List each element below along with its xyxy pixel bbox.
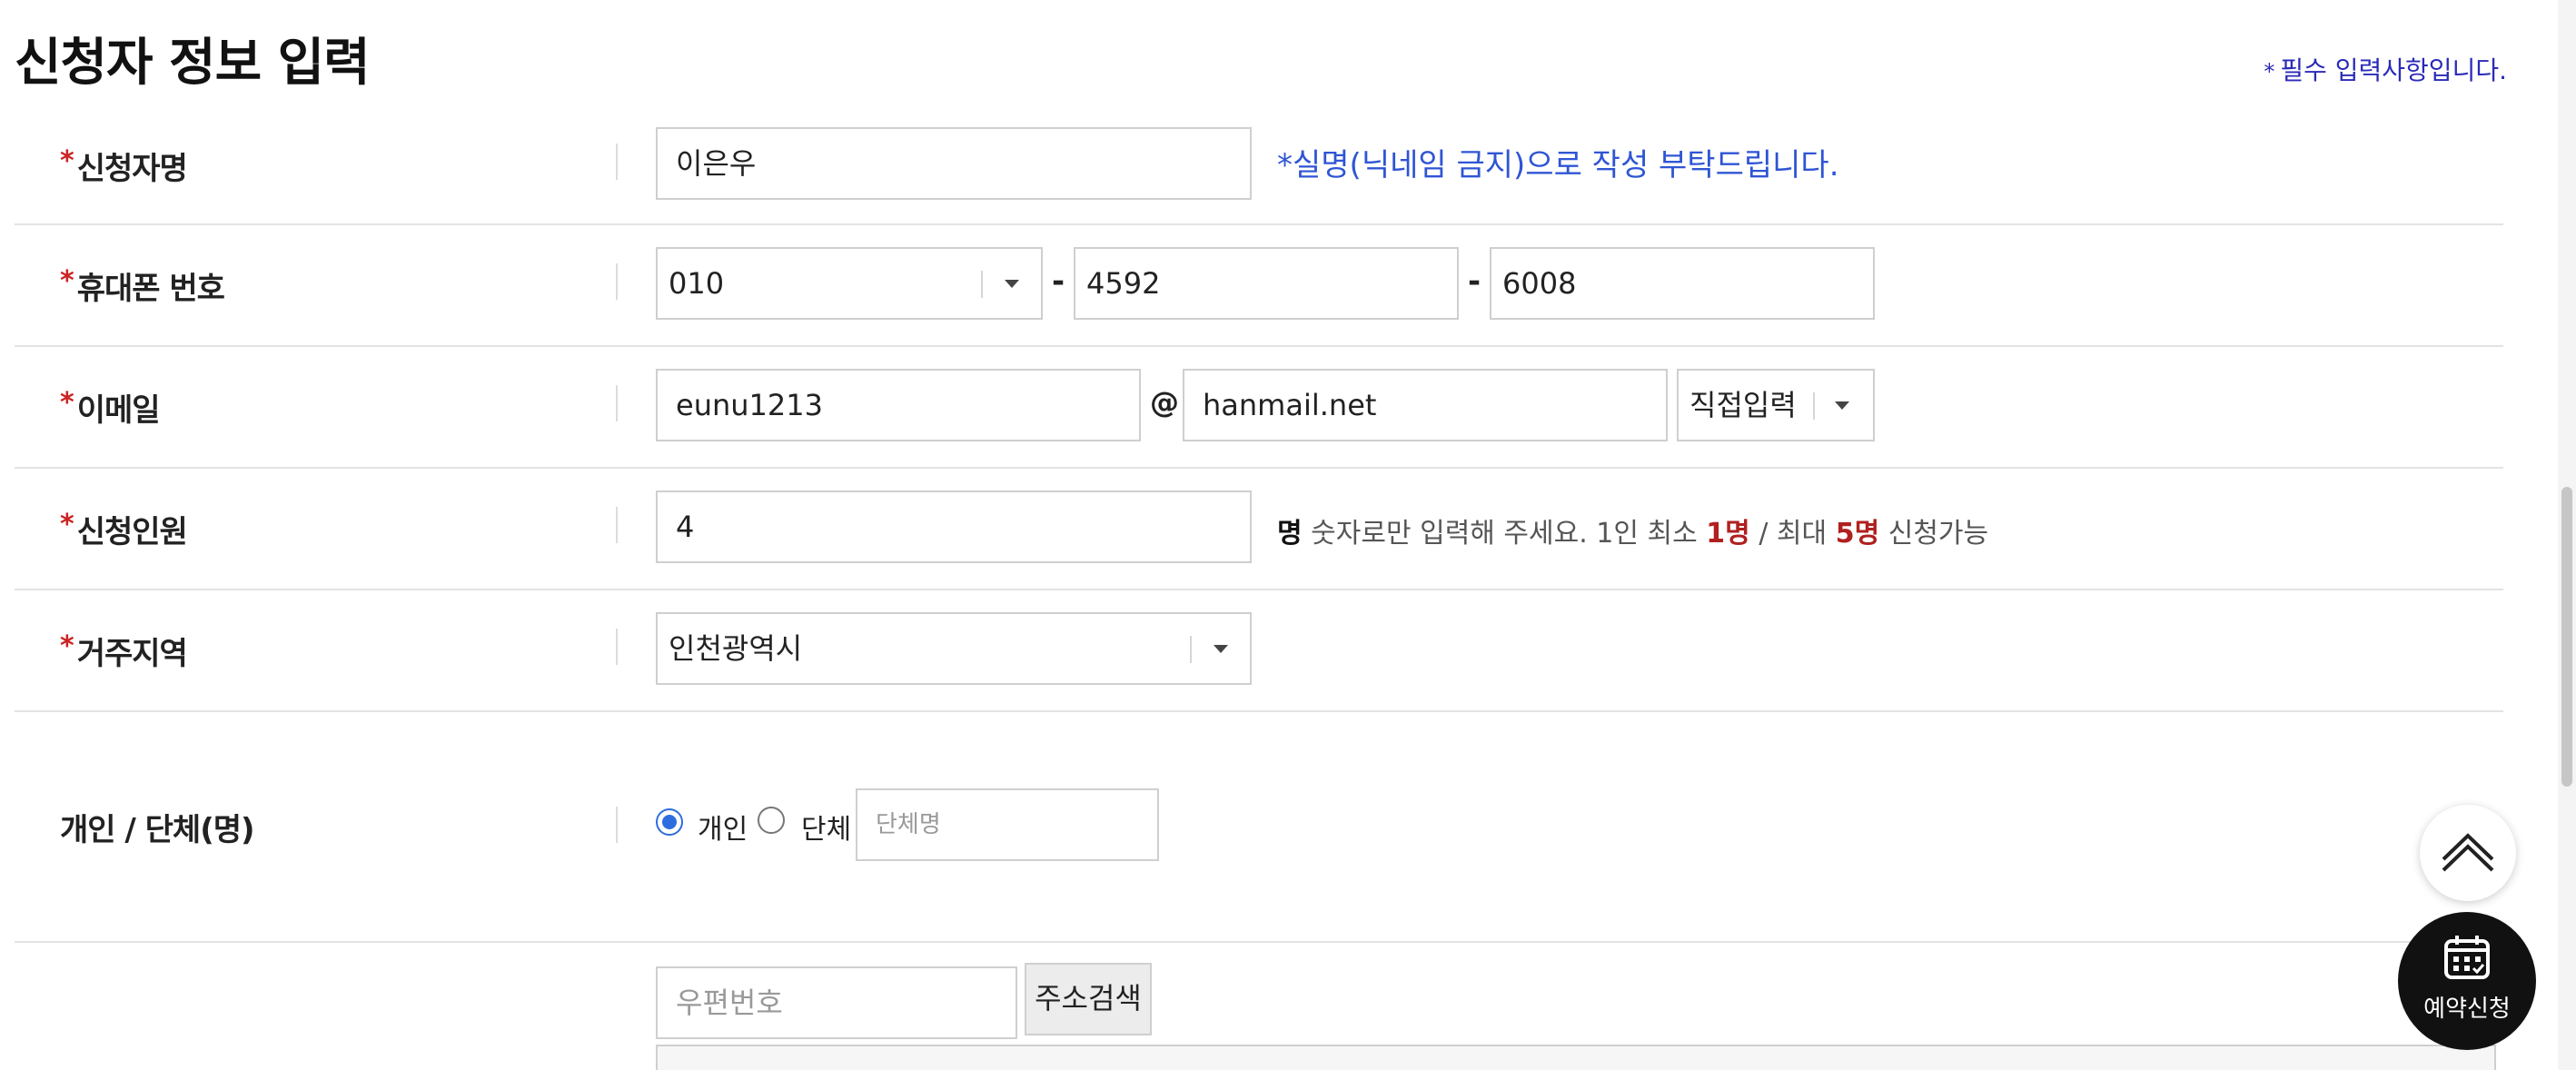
required-mark: *	[60, 145, 74, 177]
email-domain-select[interactable]: 직접입력	[1677, 369, 1875, 441]
region-row: * 거주지역 인천광역시	[15, 590, 2503, 712]
chevron-down-icon	[1835, 401, 1849, 410]
radio-group[interactable]	[758, 807, 785, 834]
email-label: * 이메일	[60, 385, 161, 430]
required-note-mark: *	[2264, 59, 2275, 84]
required-note: * 필수 입력사항입니다.	[2253, 51, 2507, 87]
phone-prefix-value: 010	[669, 266, 725, 301]
phone-label-text: 휴대폰 번호	[76, 271, 225, 307]
people-unit: 명	[1277, 518, 1303, 550]
region-select-value: 인천광역시	[669, 631, 803, 666]
row-divider	[616, 385, 618, 421]
people-max: 5명	[1835, 518, 1880, 550]
address-detail-input[interactable]	[656, 1045, 2496, 1070]
name-label: * 신청자명	[60, 144, 188, 188]
email-domain-input[interactable]: hanmail.net	[1183, 369, 1668, 441]
select-separator	[1190, 636, 1192, 663]
chevron-up-icon	[2442, 833, 2494, 872]
people-hint-c: 신청가능	[1887, 518, 1989, 550]
group-name-input[interactable]: 단체명	[856, 788, 1159, 861]
required-mark: *	[60, 509, 74, 540]
required-mark: *	[60, 387, 74, 419]
reserve-button-label: 예약신청	[2423, 996, 2511, 1023]
people-hint-b: / 최대	[1759, 518, 1828, 550]
row-divider	[616, 263, 618, 300]
chevron-down-icon	[1005, 280, 1019, 288]
people-row: * 신청인원 4 명 숫자로만 입력해 주세요. 1인 최소 1명 / 최대 5명…	[15, 469, 2503, 590]
name-hint: *실명(닉네임 금지)으로 작성 부탁드립니다.	[1277, 147, 1839, 183]
email-row: * 이메일 eunu1213 @ hanmail.net 직접입력	[15, 347, 2503, 469]
region-select[interactable]: 인천광역시	[656, 612, 1252, 685]
region-label: * 거주지역	[60, 629, 188, 673]
chevron-down-icon	[1214, 645, 1228, 653]
phone-dash: -	[1468, 263, 1481, 300]
people-label: * 신청인원	[60, 507, 188, 551]
radio-individual-label[interactable]: 개인	[698, 807, 748, 847]
required-mark: *	[60, 265, 74, 297]
row-divider	[616, 507, 618, 543]
phone-label: * 휴대폰 번호	[60, 263, 225, 308]
phone-middle-input[interactable]: 4592	[1074, 247, 1459, 320]
phone-dash: -	[1052, 263, 1065, 300]
row-divider	[616, 629, 618, 665]
type-label: 개인 / 단체(명)	[60, 812, 255, 848]
select-separator	[1813, 392, 1815, 420]
required-mark: *	[60, 630, 74, 662]
email-id-input[interactable]: eunu1213	[656, 369, 1141, 441]
name-input[interactable]: 이은우	[656, 127, 1252, 200]
radio-individual[interactable]	[656, 808, 683, 836]
calendar-icon	[2444, 936, 2490, 979]
scrollbar-thumb[interactable]	[2561, 487, 2572, 787]
region-label-text: 거주지역	[76, 636, 188, 672]
people-label-text: 신청인원	[76, 514, 188, 550]
required-note-text: 필수 입력사항입니다.	[2280, 55, 2507, 85]
people-min: 1명	[1706, 518, 1750, 550]
phone-last-input[interactable]: 6008	[1490, 247, 1875, 320]
phone-row: * 휴대폰 번호 010 - 4592 - 6008	[15, 225, 2503, 347]
type-row: 개인 / 단체(명) 개인 단체 단체명	[15, 712, 2503, 943]
name-label-text: 신청자명	[76, 151, 188, 187]
row-divider	[616, 144, 618, 180]
scroll-top-button[interactable]	[2420, 805, 2516, 901]
postcode-input[interactable]: 우편번호	[656, 966, 1017, 1039]
email-label-text: 이메일	[76, 392, 161, 429]
name-row: * 신청자명 이은우 *실명(닉네임 금지)으로 작성 부탁드립니다.	[15, 122, 2503, 225]
people-hint-a: 숫자로만 입력해 주세요. 1인 최소	[1311, 518, 1698, 550]
row-divider	[616, 807, 618, 843]
radio-group-label[interactable]: 단체	[801, 807, 851, 847]
email-domain-select-value: 직접입력	[1689, 388, 1797, 422]
reserve-button[interactable]: 예약신청	[2398, 912, 2536, 1050]
people-hint: 명 숫자로만 입력해 주세요. 1인 최소 1명 / 최대 5명 신청가능	[1277, 510, 1988, 550]
page-title: 신청자 정보 입력	[15, 34, 371, 93]
select-separator	[981, 271, 983, 298]
email-at-sign: @	[1150, 385, 1179, 420]
people-count-input[interactable]: 4	[656, 490, 1252, 563]
address-search-button[interactable]: 주소검색	[1025, 963, 1152, 1035]
phone-prefix-select[interactable]: 010	[656, 247, 1043, 320]
